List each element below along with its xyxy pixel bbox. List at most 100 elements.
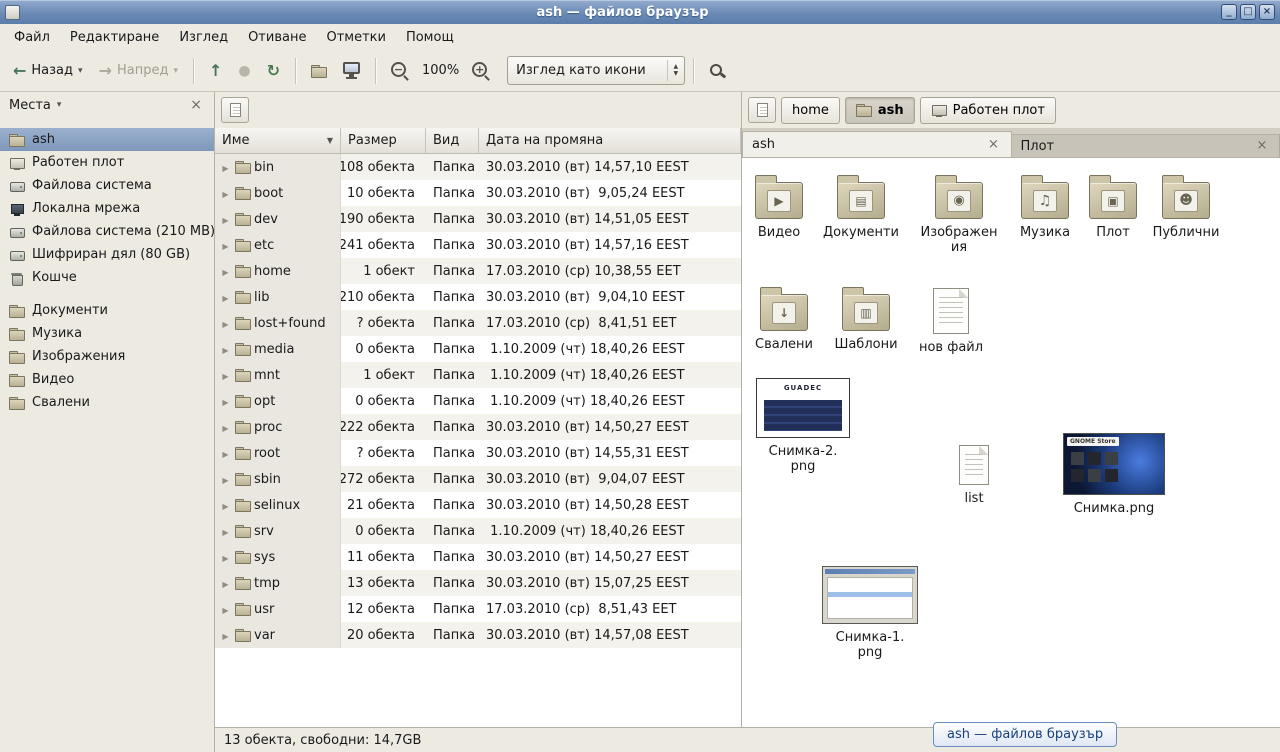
column-header-size[interactable]: Размер xyxy=(341,128,426,153)
expander-icon[interactable] xyxy=(219,238,232,253)
breadcrumb-desktop[interactable]: Работен плот xyxy=(920,97,1056,124)
table-row[interactable]: sys 11 обекта Папка 30.03.2010 (вт) 14,5… xyxy=(215,544,741,570)
location-icon-button[interactable] xyxy=(221,97,249,123)
expander-icon[interactable] xyxy=(219,264,232,279)
expander-icon[interactable] xyxy=(219,316,232,331)
sidebar-item[interactable]: Музика xyxy=(0,322,214,345)
icon-view-item[interactable]: Снимка-1. png xyxy=(820,566,920,661)
sidebar-close-button[interactable]: × xyxy=(187,97,205,113)
table-row[interactable]: root ? обекта Папка 30.03.2010 (вт) 14,5… xyxy=(215,440,741,466)
expander-icon[interactable] xyxy=(219,290,232,305)
zoom-out-button[interactable] xyxy=(384,57,416,85)
icon-view-item[interactable]: Публични xyxy=(1144,172,1228,241)
up-button[interactable]: ↑ xyxy=(202,58,229,84)
close-button[interactable]: × xyxy=(1259,4,1275,20)
expander-icon[interactable] xyxy=(219,368,232,383)
menu-help[interactable]: Помощ xyxy=(396,26,464,49)
table-row[interactable]: var 20 обекта Папка 30.03.2010 (вт) 14,5… xyxy=(215,622,741,648)
icon-view-item[interactable]: GUADEC Снимка-2. png xyxy=(753,378,853,475)
table-row[interactable]: sbin 272 обекта Папка 30.03.2010 (вт) 9,… xyxy=(215,466,741,492)
reload-button[interactable]: ↻ xyxy=(260,58,287,84)
sidebar-item[interactable]: Видео xyxy=(0,368,214,391)
table-row[interactable]: usr 12 обекта Папка 17.03.2010 (ср) 8,51… xyxy=(215,596,741,622)
expander-icon[interactable] xyxy=(219,420,232,435)
breadcrumb-home[interactable]: home xyxy=(781,97,840,124)
icon-view-item[interactable]: Видео xyxy=(742,172,821,241)
sidebar-item[interactable]: Кошче xyxy=(0,266,214,289)
table-row[interactable]: media 0 обекта Папка 1.10.2009 (чт) 18,4… xyxy=(215,336,741,362)
icon-view-item[interactable]: list xyxy=(932,445,1016,507)
expander-icon[interactable] xyxy=(219,394,232,409)
table-row[interactable]: boot 10 обекта Папка 30.03.2010 (вт) 9,0… xyxy=(215,180,741,206)
expander-icon[interactable] xyxy=(219,628,232,643)
sidebar-item[interactable]: Свалени xyxy=(0,391,214,414)
expander-icon[interactable] xyxy=(219,472,232,487)
sidebar-item[interactable]: ash xyxy=(0,128,214,151)
menu-view[interactable]: Изглед xyxy=(169,26,238,49)
search-button[interactable] xyxy=(702,58,732,84)
computer-button[interactable] xyxy=(336,57,367,84)
sidebar-item[interactable]: Шифриран дял (80 GB) xyxy=(0,243,214,266)
back-history-chevron-icon[interactable]: ▾ xyxy=(78,66,83,76)
expander-icon[interactable] xyxy=(219,550,232,565)
icon-view-item[interactable]: Шаблони xyxy=(824,284,908,353)
expander-icon[interactable] xyxy=(219,160,232,175)
icon-view-item[interactable]: Изображен ия xyxy=(917,172,1001,256)
expander-icon[interactable] xyxy=(219,576,232,591)
table-row[interactable]: etc 241 обекта Папка 30.03.2010 (вт) 14,… xyxy=(215,232,741,258)
sidebar-item[interactable]: Работен плот xyxy=(0,151,214,174)
column-header-name[interactable]: Име ▼ xyxy=(215,128,341,153)
table-row[interactable]: srv 0 обекта Папка 1.10.2009 (чт) 18,40,… xyxy=(215,518,741,544)
tab-plot[interactable]: Плот × xyxy=(1012,134,1280,157)
table-row[interactable]: selinux 21 обекта Папка 30.03.2010 (вт) … xyxy=(215,492,741,518)
table-row[interactable]: bin 108 обекта Папка 30.03.2010 (вт) 14,… xyxy=(215,154,741,180)
menu-go[interactable]: Отиване xyxy=(238,26,316,49)
forward-button[interactable]: → Напред ▾ xyxy=(92,58,185,84)
column-header-date[interactable]: Дата на промяна xyxy=(479,128,741,153)
column-header-type[interactable]: Вид xyxy=(426,128,479,153)
expander-icon[interactable] xyxy=(219,342,232,357)
icon-view-item[interactable]: GNOME Store Снимка.png xyxy=(1059,433,1169,517)
table-row[interactable]: proc 222 обекта Папка 30.03.2010 (вт) 14… xyxy=(215,414,741,440)
sidebar-item[interactable]: Изображения xyxy=(0,345,214,368)
tab-close-icon[interactable]: × xyxy=(1254,138,1270,154)
tab-ash[interactable]: ash × xyxy=(742,131,1012,157)
icon-view-item[interactable]: нов файл xyxy=(909,286,993,356)
icon-view-item[interactable]: Документи xyxy=(819,172,903,241)
icon-view-item[interactable]: Свалени xyxy=(742,284,826,353)
table-row[interactable]: tmp 13 обекта Папка 30.03.2010 (вт) 15,0… xyxy=(215,570,741,596)
table-row[interactable]: mnt 1 обект Папка 1.10.2009 (чт) 18,40,2… xyxy=(215,362,741,388)
stop-button[interactable]: ● xyxy=(231,59,257,83)
expander-icon[interactable] xyxy=(219,186,232,201)
expander-icon[interactable] xyxy=(219,524,232,539)
sidebar-item[interactable]: Файлова система xyxy=(0,174,214,197)
table-row[interactable]: dev 190 обекта Папка 30.03.2010 (вт) 14,… xyxy=(215,206,741,232)
sidebar-item[interactable]: Локална мрежа xyxy=(0,197,214,220)
window-icon[interactable] xyxy=(5,5,20,20)
sidebar-mode-select[interactable]: Места ▾ xyxy=(9,98,61,113)
location-icon-button[interactable] xyxy=(748,97,776,123)
table-row[interactable]: home 1 обект Папка 17.03.2010 (ср) 10,38… xyxy=(215,258,741,284)
menu-edit[interactable]: Редактиране xyxy=(60,26,169,49)
maximize-button[interactable]: □ xyxy=(1240,4,1256,20)
icon-view-item[interactable]: Плот xyxy=(1071,172,1155,241)
zoom-in-button[interactable] xyxy=(465,57,497,85)
taskbar-window-button[interactable]: ash — файлов браузър xyxy=(933,722,1117,747)
sidebar-item[interactable]: Файлова система (210 MB) xyxy=(0,220,214,243)
expander-icon[interactable] xyxy=(219,602,232,617)
table-row[interactable]: opt 0 обекта Папка 1.10.2009 (чт) 18,40,… xyxy=(215,388,741,414)
forward-history-chevron-icon[interactable]: ▾ xyxy=(173,66,178,76)
menu-bookmarks[interactable]: Отметки xyxy=(316,26,395,49)
expander-icon[interactable] xyxy=(219,212,232,227)
menu-file[interactable]: Файл xyxy=(4,26,60,49)
tab-close-icon[interactable]: × xyxy=(986,137,1002,153)
back-button[interactable]: ← Назад ▾ xyxy=(6,58,90,84)
table-row[interactable]: lost+found ? обекта Папка 17.03.2010 (ср… xyxy=(215,310,741,336)
table-row[interactable]: lib 210 обекта Папка 30.03.2010 (вт) 9,0… xyxy=(215,284,741,310)
minimize-button[interactable]: _ xyxy=(1221,4,1237,20)
home-button[interactable] xyxy=(304,58,334,84)
breadcrumb-current[interactable]: ash xyxy=(845,97,915,124)
view-mode-select[interactable]: Изглед като икони ▲▼ xyxy=(507,56,685,85)
expander-icon[interactable] xyxy=(219,446,232,461)
sidebar-item[interactable]: Документи xyxy=(0,299,214,322)
